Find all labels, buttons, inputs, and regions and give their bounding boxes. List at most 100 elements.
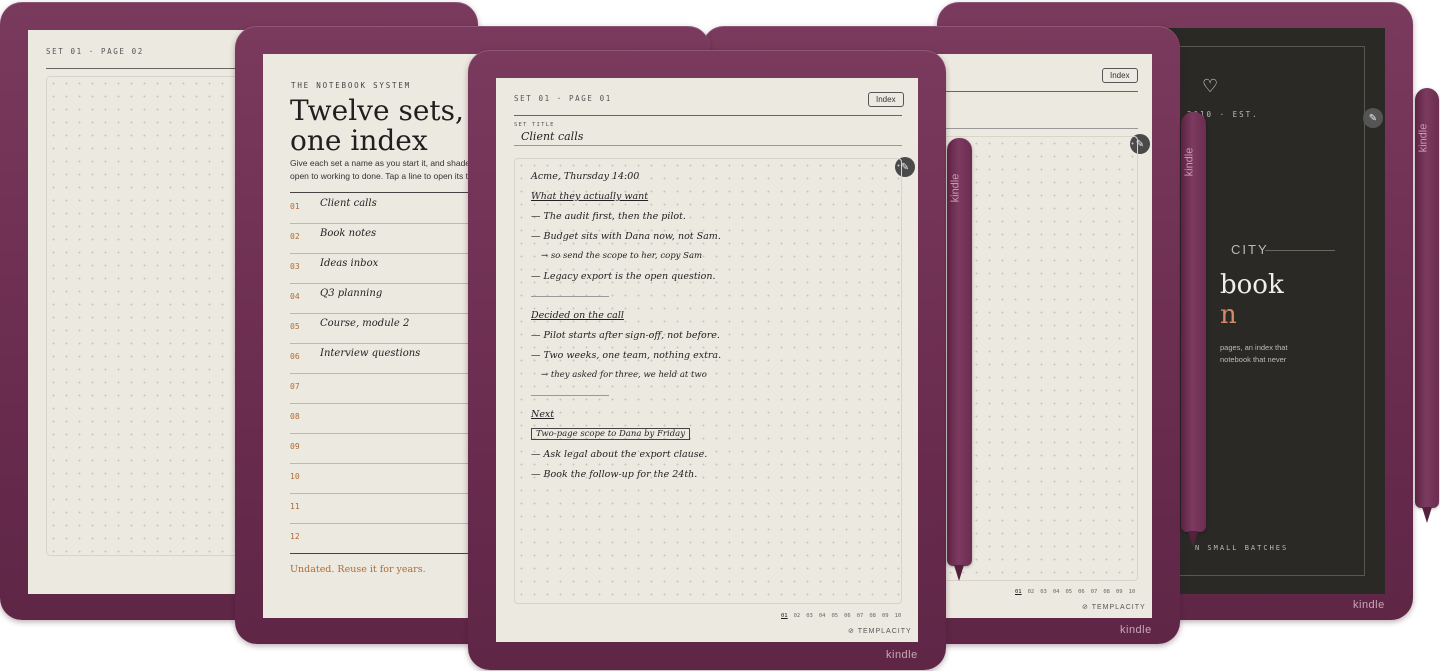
heart-logo-icon: ♡	[1202, 76, 1219, 96]
index-list: 01 Client calls 02 Book notes 03 Ideas inbo…	[290, 194, 480, 554]
index-row[interactable]: 09	[290, 434, 480, 464]
pager-item[interactable]: 04	[819, 613, 826, 619]
dark-footer: N SMALL BATCHES	[1195, 544, 1289, 552]
note-heading: What they actually want	[531, 191, 649, 202]
note-line: — Budget sits with Dana now, not Sam.	[531, 231, 721, 242]
kindle-brand: kindle	[1353, 599, 1385, 611]
index-row-name: Q3 planning	[320, 288, 383, 299]
dark-desc-line1: pages, an index that	[1220, 343, 1288, 352]
pager-item[interactable]: 06	[1078, 589, 1085, 595]
pager-item[interactable]: 10	[895, 613, 902, 619]
index-title-line2: one index	[290, 124, 428, 157]
index-desc-line2: open to working to done. Tap a line to o…	[290, 171, 468, 181]
index-row[interactable]: 03 Ideas inbox	[290, 254, 480, 284]
notes-area[interactable]: Acme, Thursday 14:00 What they actually …	[514, 158, 902, 604]
index-row-name: Client calls	[320, 198, 377, 209]
index-kicker: THE NOTEBOOK SYSTEM	[291, 81, 411, 90]
pager-item[interactable]: 05	[1066, 589, 1073, 595]
index-row-number: 03	[290, 262, 300, 271]
pager-item[interactable]: 07	[857, 613, 864, 619]
pager-item[interactable]: 05	[832, 613, 839, 619]
note-divider	[531, 395, 609, 396]
index-row[interactable]: 01 Client calls	[290, 194, 480, 224]
index-row[interactable]: 10	[290, 464, 480, 494]
pen-brand: kindle	[1417, 123, 1430, 153]
kindle-brand: kindle	[1120, 624, 1152, 636]
set-title-label: SET TITLE	[514, 122, 555, 128]
note-line: Acme, Thursday 14:00	[531, 171, 640, 182]
kindle-brand: kindle	[886, 649, 918, 661]
pager-item[interactable]: 02	[794, 613, 801, 619]
stylus-pen: kindle	[947, 138, 972, 566]
index-row-number: 06	[290, 352, 300, 361]
pager-item[interactable]: 09	[1116, 589, 1123, 595]
index-row-name: Interview questions	[320, 348, 421, 359]
dark-desc-line2: notebook that never	[1220, 355, 1287, 364]
stylus-pen: kindle	[1181, 112, 1206, 532]
note-line: → so send the scope to her, copy Sam	[541, 251, 703, 261]
pager-item[interactable]: 10	[1129, 589, 1136, 595]
pager-item[interactable]: 04	[1053, 589, 1060, 595]
city-text: CITY	[1231, 242, 1269, 257]
note-heading: Next	[531, 409, 555, 420]
pager-item[interactable]: 02	[1028, 589, 1035, 595]
note-line: — Pilot starts after sign-off, not befor…	[531, 330, 720, 341]
stylus-tip	[1422, 507, 1432, 523]
note-heading: Decided on the call	[531, 310, 624, 321]
screen-center: SET 01 · PAGE 01 Index SET TITLE Client …	[496, 78, 918, 642]
pager-item[interactable]: 01	[1015, 589, 1022, 595]
index-row-name: Ideas inbox	[320, 258, 379, 269]
set-title-field[interactable]: Client calls	[521, 130, 583, 143]
city-rule	[1265, 250, 1335, 251]
index-row-number: 07	[290, 382, 300, 391]
pager-item[interactable]: 08	[869, 613, 876, 619]
index-row[interactable]: 05 Course, module 2	[290, 314, 480, 344]
stylus-pen: kindle	[1415, 88, 1439, 508]
header-rule	[514, 115, 902, 116]
index-row-number: 04	[290, 292, 300, 301]
page-pager[interactable]: 01 02 03 04 05 06 07 08 09 10	[1015, 589, 1135, 595]
device-center: SET 01 · PAGE 01 Index SET TITLE Client …	[468, 50, 946, 670]
index-row-number: 01	[290, 202, 300, 211]
index-row-name: Book notes	[320, 228, 377, 239]
index-row[interactable]: 07	[290, 374, 480, 404]
pager-item[interactable]: 08	[1103, 589, 1110, 595]
note-line: — Legacy export is the open question.	[531, 271, 716, 282]
index-title-line1: Twelve sets,	[290, 94, 464, 127]
templacity-logo: ⊘ TEMPLACITY	[1082, 604, 1146, 611]
index-row-number: 12	[290, 532, 300, 541]
index-desc-line1: Give each set a name as you start it, an…	[290, 158, 471, 168]
index-button[interactable]: Index	[868, 92, 904, 107]
page-pager[interactable]: 01 02 03 04 05 06 07 08 09 10	[781, 613, 901, 619]
index-row-number: 11	[290, 502, 300, 511]
index-row[interactable]: 12	[290, 524, 480, 554]
dark-title-line2: n	[1220, 300, 1237, 330]
index-row-number: 10	[290, 472, 300, 481]
index-row-name: Course, module 2	[320, 318, 410, 329]
page-label: SET 01 · PAGE 02	[46, 47, 144, 56]
index-row[interactable]: 02 Book notes	[290, 224, 480, 254]
pager-item[interactable]: 06	[844, 613, 851, 619]
pager-item[interactable]: 09	[882, 613, 889, 619]
index-row[interactable]: 06 Interview questions	[290, 344, 480, 374]
dark-title-line1: book	[1220, 270, 1284, 300]
pager-item[interactable]: 03	[1040, 589, 1047, 595]
note-line: → they asked for three, we held at two	[541, 370, 707, 380]
pager-item[interactable]: 01	[781, 613, 788, 619]
pen-fab-icon[interactable]: ✎	[1363, 108, 1383, 128]
index-row-number: 05	[290, 322, 300, 331]
set-title-rule	[514, 145, 902, 146]
note-line: — Two weeks, one team, nothing extra.	[531, 350, 722, 361]
note-line: — The audit first, then the pilot.	[531, 211, 686, 222]
page-label: SET 01 · PAGE 01	[514, 94, 612, 103]
pager-item[interactable]: 07	[1091, 589, 1098, 595]
index-row-number: 08	[290, 412, 300, 421]
stylus-tip	[954, 565, 964, 581]
index-row[interactable]: 08	[290, 404, 480, 434]
index-row[interactable]: 11	[290, 494, 480, 524]
notes-list: Acme, Thursday 14:00 What they actually …	[531, 171, 891, 491]
index-row[interactable]: 04 Q3 planning	[290, 284, 480, 314]
note-line: — Ask legal about the export clause.	[531, 449, 708, 460]
index-button[interactable]: Index	[1102, 68, 1138, 83]
pager-item[interactable]: 03	[806, 613, 813, 619]
